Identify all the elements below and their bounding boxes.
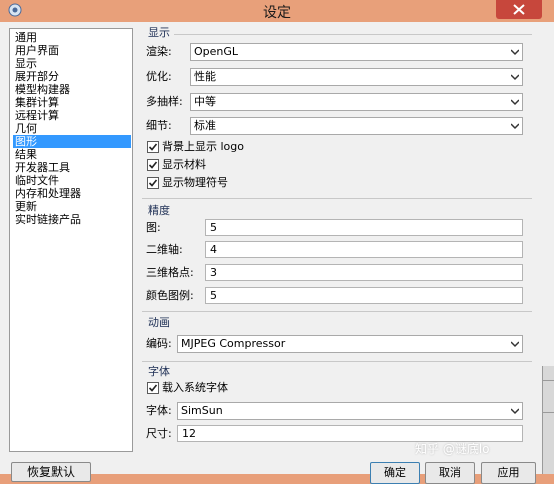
sidebar-item-general[interactable]: 通用	[13, 31, 131, 44]
sidebar-item-temp-files[interactable]: 临时文件	[13, 174, 131, 187]
show-logo-label: 背景上显示 logo	[162, 140, 244, 153]
sidebar-item-memory-processor[interactable]: 内存和处理器	[13, 187, 131, 200]
color-legend-input[interactable]: 5	[205, 287, 523, 304]
checkmark-icon	[148, 384, 158, 392]
sidebar-item-results[interactable]: 结果	[13, 148, 131, 161]
sidebar-item-expand[interactable]: 展开部分	[13, 70, 131, 83]
render-select-value: OpenGL	[194, 45, 239, 58]
plot-value: 5	[210, 221, 217, 234]
color-legend-value: 5	[210, 289, 217, 302]
sidebar-item-remote[interactable]: 远程计算	[13, 109, 131, 122]
optimize-select[interactable]: 性能	[190, 68, 523, 86]
title-bar[interactable]: 设定	[0, 0, 554, 22]
font-select-value: SimSun	[181, 404, 223, 417]
optimize-select-value: 性能	[194, 70, 216, 83]
section-divider	[174, 34, 532, 35]
render-select[interactable]: OpenGL	[190, 43, 523, 61]
plot-label: 图:	[146, 221, 161, 234]
checkmark-icon	[148, 161, 158, 169]
checkmark-icon	[148, 179, 158, 187]
grid3d-input[interactable]: 3	[205, 264, 523, 281]
load-system-fonts-label: 载入系统字体	[162, 381, 228, 394]
sidebar-item-updates[interactable]: 更新	[13, 200, 131, 213]
size-value: 12	[182, 427, 196, 440]
section-divider	[142, 198, 532, 199]
section-animation-header: 动画	[148, 316, 170, 329]
axis2d-label: 二维轴:	[146, 243, 183, 256]
color-legend-label: 颜色图例:	[146, 289, 194, 302]
codec-select[interactable]: MJPEG Compressor	[177, 335, 523, 353]
sidebar-item-cluster[interactable]: 集群计算	[13, 96, 131, 109]
close-button[interactable]	[496, 0, 542, 19]
section-font-header: 字体	[148, 365, 170, 378]
optimize-label: 优化:	[146, 70, 172, 83]
show-material-checkbox[interactable]	[147, 159, 159, 171]
apply-button[interactable]: 应用	[481, 462, 536, 484]
graphics-settings-panel: 显示 渲染: OpenGL 优化: 性能 多抽样: 中等 细节: 标准 背景上显…	[140, 24, 536, 454]
msaa-select-value: 中等	[194, 95, 216, 108]
cancel-button[interactable]: 取消	[425, 462, 475, 484]
section-display-header: 显示	[148, 26, 170, 39]
grid3d-value: 3	[210, 266, 217, 279]
sidebar-item-developer-tools[interactable]: 开发器工具	[13, 161, 131, 174]
show-physics-label: 显示物理符号	[162, 176, 228, 189]
sidebar-item-graphics[interactable]: 图形	[13, 135, 131, 148]
detail-select[interactable]: 标准	[190, 117, 523, 135]
watermark: 知乎 @谜底lo	[415, 442, 490, 456]
section-precision-header: 精度	[148, 204, 170, 217]
detail-select-value: 标准	[194, 119, 216, 132]
font-label: 字体:	[146, 404, 172, 417]
section-divider	[142, 361, 532, 362]
background-window-edge	[542, 366, 554, 474]
codec-select-value: MJPEG Compressor	[181, 337, 286, 350]
settings-category-list[interactable]: 通用 用户界面 显示 展开部分 模型构建器 集群计算 远程计算 几何 图形 结果…	[9, 28, 133, 452]
chevron-down-icon	[511, 74, 519, 81]
chevron-down-icon	[511, 99, 519, 106]
chevron-down-icon	[511, 49, 519, 56]
show-physics-checkbox[interactable]	[147, 177, 159, 189]
msaa-label: 多抽样:	[146, 95, 183, 108]
sidebar-item-display[interactable]: 显示	[13, 57, 131, 70]
show-material-label: 显示材料	[162, 158, 206, 171]
plot-input[interactable]: 5	[205, 219, 523, 236]
render-label: 渲染:	[146, 45, 172, 58]
msaa-select[interactable]: 中等	[190, 93, 523, 111]
detail-label: 细节:	[146, 119, 172, 132]
ok-button[interactable]: 确定	[370, 462, 420, 484]
window-title: 设定	[263, 5, 291, 21]
codec-label: 编码:	[146, 337, 172, 350]
chevron-down-icon	[511, 408, 519, 415]
close-icon	[513, 4, 525, 15]
axis2d-value: 4	[210, 243, 217, 256]
checkmark-icon	[148, 143, 158, 151]
load-system-fonts-checkbox[interactable]	[147, 382, 159, 394]
grid3d-label: 三维格点:	[146, 266, 194, 279]
chevron-down-icon	[511, 123, 519, 130]
sidebar-item-geometry[interactable]: 几何	[13, 122, 131, 135]
restore-defaults-button[interactable]: 恢复默认	[11, 462, 91, 482]
size-label: 尺寸:	[146, 427, 172, 440]
axis2d-input[interactable]: 4	[205, 241, 523, 258]
sidebar-item-user-interface[interactable]: 用户界面	[13, 44, 131, 57]
chevron-down-icon	[511, 341, 519, 348]
show-logo-checkbox[interactable]	[147, 141, 159, 153]
section-divider	[142, 311, 532, 312]
sidebar-item-livelink[interactable]: 实时链接产品	[13, 213, 131, 226]
sidebar-item-model-builder[interactable]: 模型构建器	[13, 83, 131, 96]
font-select[interactable]: SimSun	[177, 402, 523, 420]
